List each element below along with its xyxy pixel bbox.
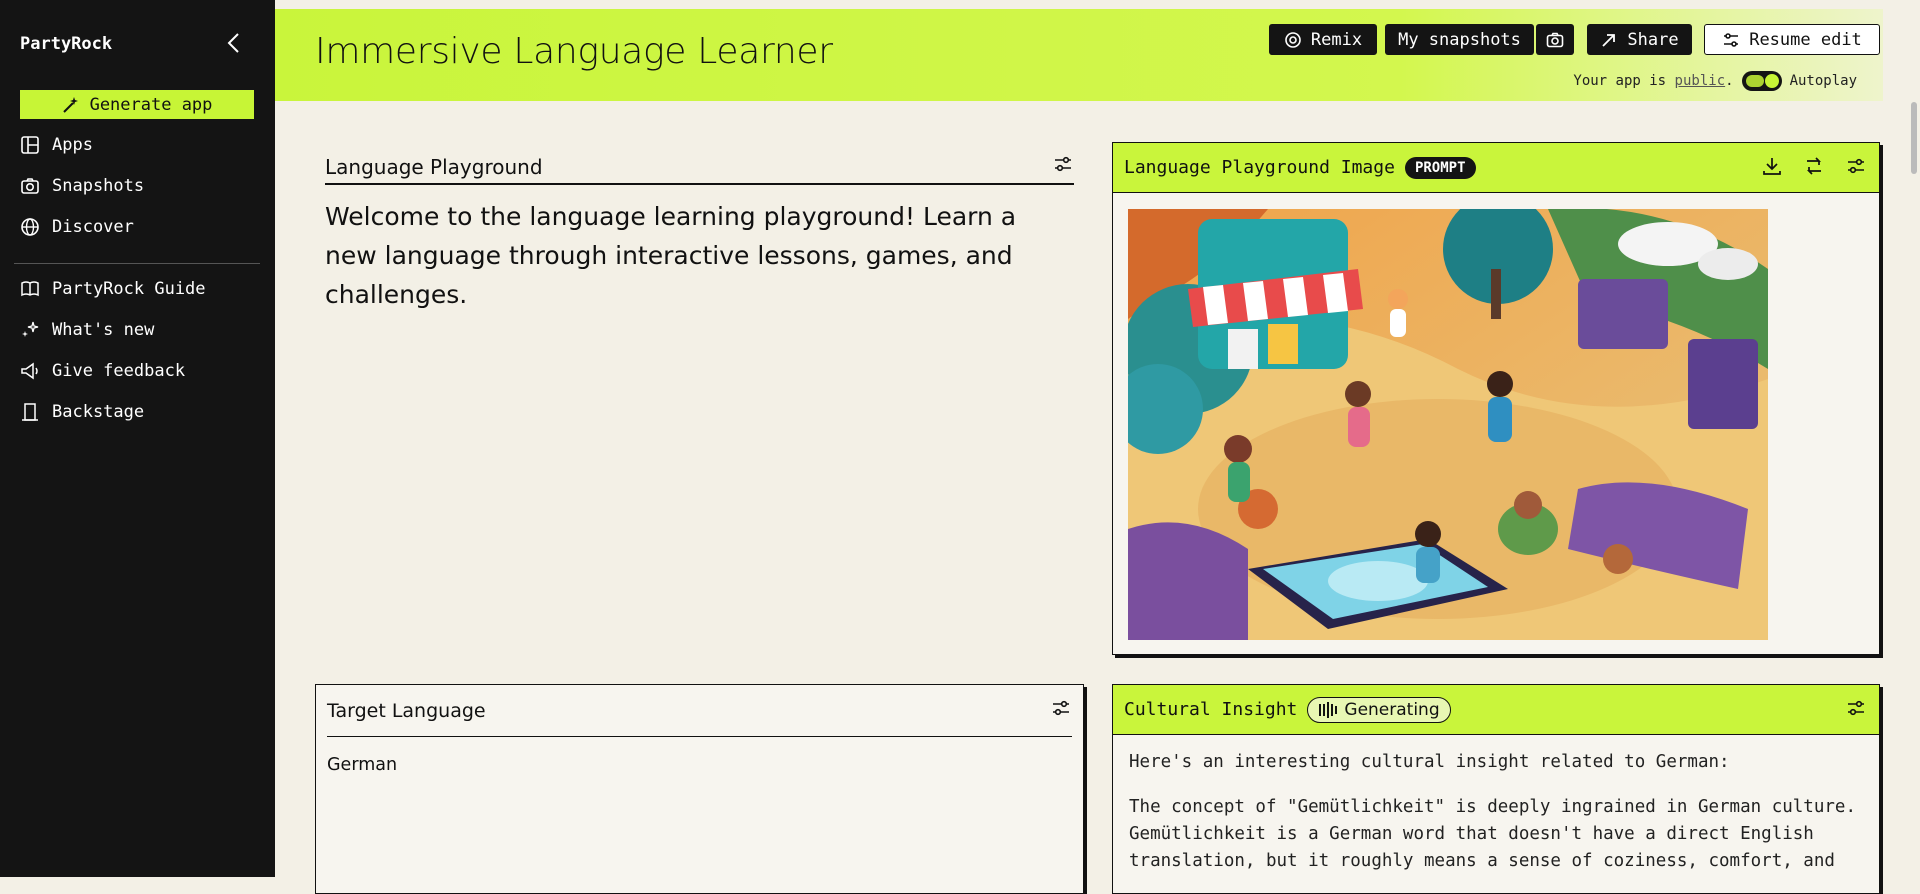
sidebar-item-label: Give feedback [52, 361, 186, 381]
sidebar-item-label: PartyRock Guide [52, 279, 206, 299]
generate-app-label: Generate app [89, 94, 213, 115]
app-header: Immersive Language Learner Remix My snap… [275, 9, 1883, 101]
partyrock-logo[interactable]: PartyRock [20, 34, 112, 54]
language-playground-image-widget: Language Playground Image PROMPT [1112, 142, 1880, 655]
sidebar-item-give-feedback[interactable]: Give feedback [20, 355, 260, 387]
grid-icon [21, 136, 39, 154]
megaphone-icon [21, 362, 38, 380]
visibility-status: Your app is public. Autoplay [1573, 71, 1857, 91]
sidebar-item-snapshots[interactable]: Snapshots [20, 170, 260, 202]
widget-divider [327, 736, 1072, 737]
sidebar-item-label: What's new [52, 320, 155, 340]
my-snapshots-label: My snapshots [1398, 29, 1521, 50]
target-language-widget: Target Language German [315, 684, 1084, 894]
public-link[interactable]: public [1675, 73, 1726, 89]
camera-icon [21, 178, 39, 194]
share-label: Share [1627, 29, 1679, 50]
share-arrow-icon [1602, 33, 1616, 47]
widget-settings-button[interactable] [1050, 697, 1072, 724]
app-title: Immersive Language Learner [315, 31, 833, 72]
language-playground-widget: Language Playground Welcome to the langu… [325, 150, 1074, 314]
widget-settings-button[interactable] [1845, 697, 1867, 723]
refresh-icon [1806, 156, 1822, 175]
sliders-icon [1724, 32, 1739, 47]
sidebar-item-label: Apps [52, 135, 93, 155]
widget-settings-button[interactable] [1052, 153, 1074, 180]
collapse-sidebar-button[interactable] [222, 30, 244, 56]
share-button[interactable]: Share [1587, 24, 1692, 55]
resume-edit-button[interactable]: Resume edit [1704, 24, 1880, 55]
sidebar-divider [14, 263, 260, 264]
insight-intro: Here's an interesting cultural insight r… [1129, 752, 1730, 772]
resume-edit-label: Resume edit [1749, 29, 1862, 50]
sidebar-item-partyrock-guide[interactable]: PartyRock Guide [20, 273, 260, 305]
sliders-icon [1053, 700, 1069, 716]
autoplay-toggle[interactable] [1741, 71, 1782, 91]
take-snapshot-button[interactable] [1536, 24, 1574, 55]
loading-bars-icon [1319, 701, 1338, 718]
target-language-input[interactable]: German [327, 755, 1072, 775]
visibility-prefix: Your app is public. [1573, 73, 1734, 89]
globe-icon [21, 218, 39, 236]
book-icon [21, 281, 39, 297]
sliders-icon [1848, 158, 1864, 173]
download-icon [1763, 157, 1781, 175]
sidebar-item-backstage[interactable]: Backstage [20, 396, 260, 428]
prompt-badge[interactable]: PROMPT [1404, 156, 1476, 179]
magic-wand-icon [62, 96, 78, 113]
sidebar-item-label: Snapshots [52, 176, 145, 196]
sparkle-icon [22, 321, 39, 337]
regenerate-button[interactable] [1803, 155, 1825, 181]
generating-status-badge: Generating [1307, 696, 1451, 723]
widget-title: Target Language [327, 699, 486, 722]
widget-title: Language Playground [325, 154, 543, 179]
sliders-icon [1055, 156, 1071, 172]
remix-label: Remix [1310, 29, 1363, 50]
sidebar: PartyRock Generate app Apps Snapshots Di… [0, 0, 275, 877]
sidebar-item-label: Discover [52, 217, 134, 237]
camera-icon [1546, 32, 1564, 47]
chevron-left-icon [227, 33, 239, 53]
autoplay-label: Autoplay [1789, 73, 1857, 89]
widget-divider [325, 183, 1074, 185]
download-button[interactable] [1761, 155, 1783, 181]
cultural-insight-widget: Cultural Insight Generating Here's an in… [1112, 684, 1880, 894]
generate-app-button[interactable]: Generate app [20, 90, 254, 119]
door-icon [22, 403, 38, 421]
insight-paragraph: The concept of "Gemütlichkeit" is deeply… [1129, 797, 1856, 871]
playground-text: Welcome to the language learning playgro… [325, 201, 1017, 309]
remix-button[interactable]: Remix [1269, 24, 1377, 55]
page-scrollbar[interactable] [1911, 102, 1917, 174]
sidebar-item-apps[interactable]: Apps [20, 129, 260, 161]
my-snapshots-button[interactable]: My snapshots [1385, 24, 1534, 55]
sliders-icon [1848, 700, 1864, 715]
sidebar-item-label: Backstage [52, 402, 145, 422]
sidebar-item-discover[interactable]: Discover [20, 211, 260, 243]
remix-icon [1285, 31, 1301, 48]
widget-settings-button[interactable] [1845, 155, 1867, 181]
widget-title: Language Playground Image [1124, 157, 1395, 178]
generated-playground-image[interactable] [1128, 209, 1768, 640]
widget-title: Cultural Insight [1124, 699, 1298, 720]
sidebar-item-whats-new[interactable]: What's new [20, 314, 260, 346]
